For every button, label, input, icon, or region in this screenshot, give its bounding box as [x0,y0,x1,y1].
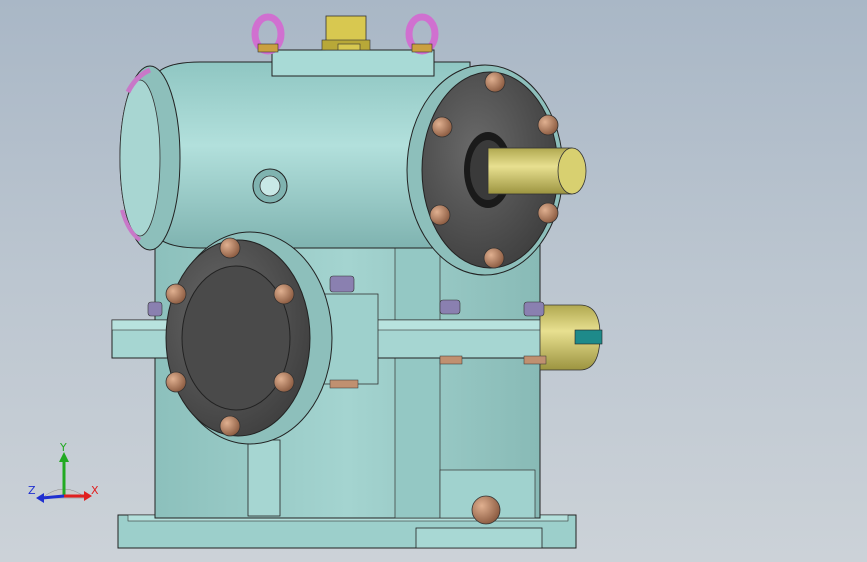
axis-triad: Y X Z [28,441,99,503]
bolt[interactable] [537,114,559,136]
bolt[interactable] [537,202,559,224]
bolt[interactable] [429,204,451,226]
bolt[interactable] [165,371,187,393]
washer[interactable] [329,379,359,389]
bolt[interactable] [219,237,241,259]
nut[interactable] [439,299,461,315]
lifting-eye-left[interactable] [251,13,285,55]
nut[interactable] [329,275,355,293]
z-axis-line [41,494,65,500]
output-shaft-lower[interactable] [539,304,603,371]
bolt[interactable] [431,116,453,138]
bolt[interactable] [483,247,505,269]
nut[interactable] [523,301,545,317]
input-shaft[interactable] [487,147,587,195]
washer[interactable] [439,355,463,365]
front-bearing-cover[interactable] [165,231,333,445]
y-axis-label: Y [59,441,67,454]
bolt[interactable] [273,283,295,305]
lifting-eye-right[interactable] [405,13,439,55]
z-axis-label: Z [28,484,36,497]
bolt[interactable] [219,415,241,437]
cad-viewport[interactable]: Y X Z [0,0,867,562]
x-axis-label: X [91,484,99,497]
bolt[interactable] [273,371,295,393]
drain-plug[interactable] [471,495,501,525]
bolt[interactable] [165,283,187,305]
bolt[interactable] [484,71,506,93]
breather-plug[interactable] [321,15,371,51]
washer[interactable] [523,355,547,365]
gearbox-model[interactable] [0,0,867,562]
base-plate[interactable] [117,514,577,549]
nut[interactable] [147,301,163,317]
